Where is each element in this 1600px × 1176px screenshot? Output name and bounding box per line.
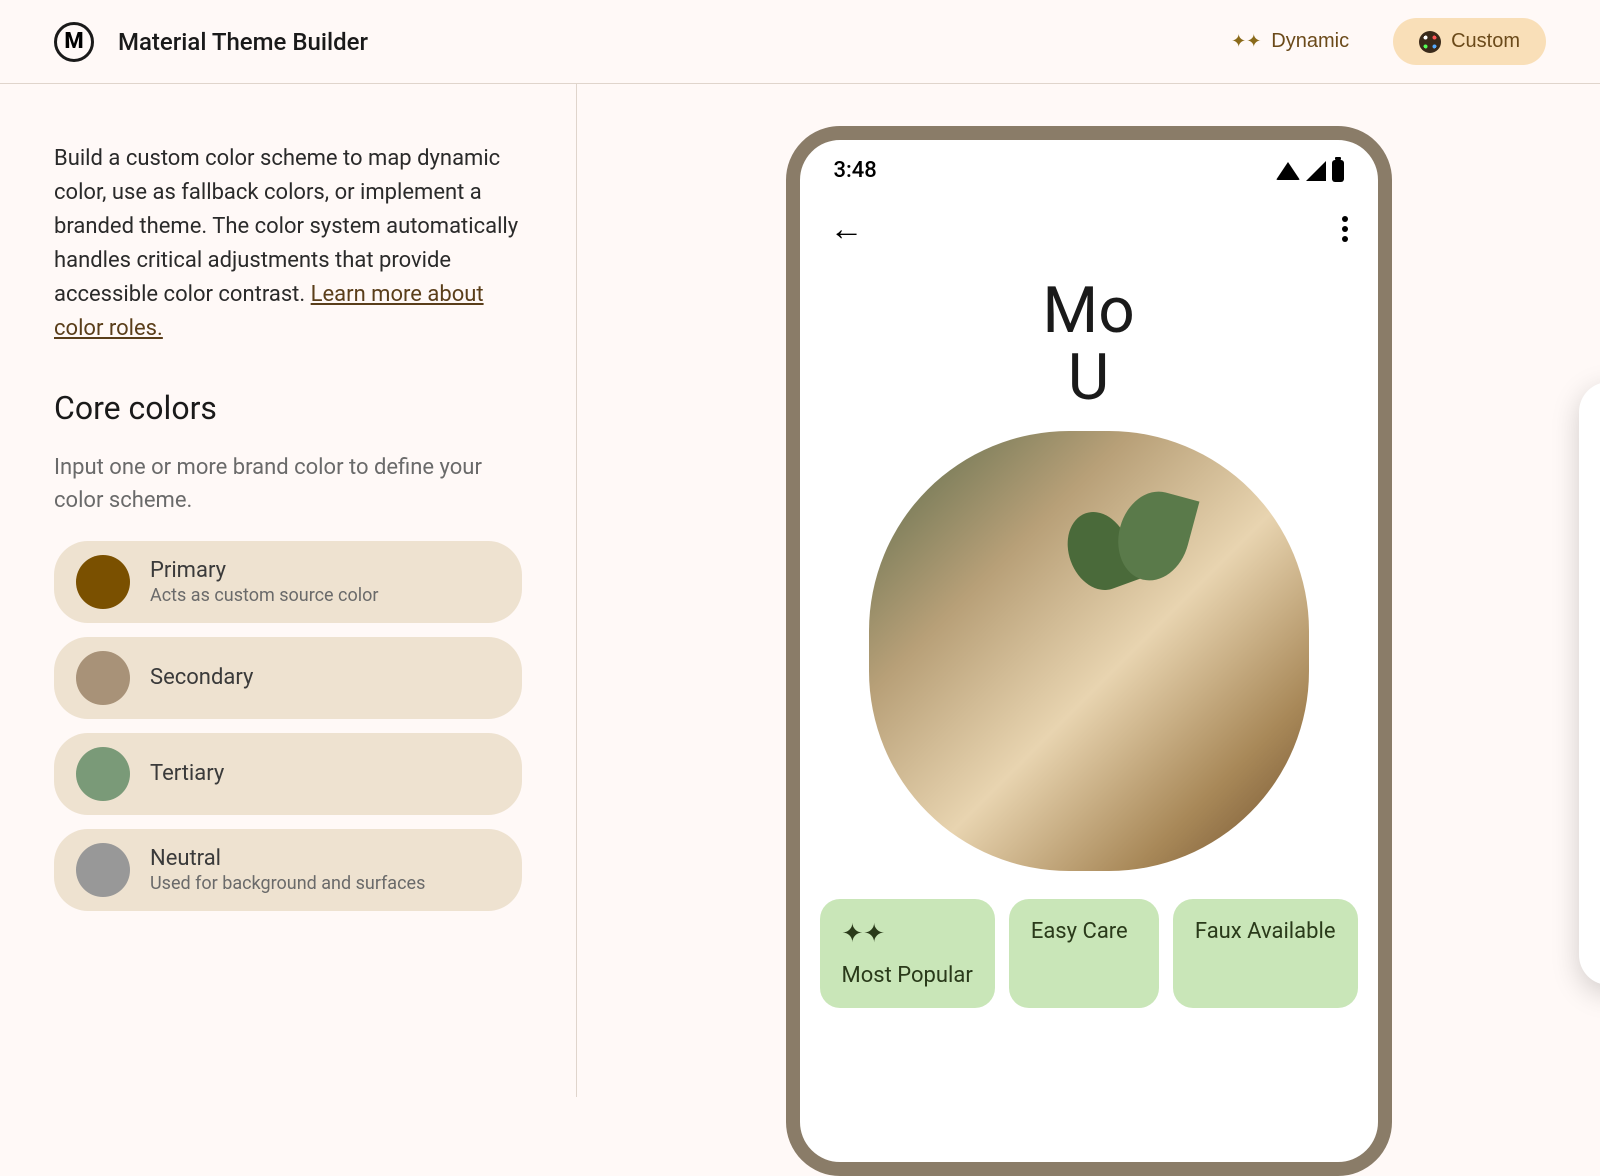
core-colors-title: Core colors — [54, 389, 522, 427]
wifi-icon — [1276, 162, 1300, 180]
sidebar: Build a custom color scheme to map dynam… — [0, 84, 577, 1097]
swatch-tertiary — [76, 747, 130, 801]
hero-image — [869, 431, 1309, 871]
color-name: Secondary — [150, 665, 253, 690]
color-row-primary[interactable]: Primary Acts as custom source color — [54, 541, 522, 623]
swatch-secondary — [76, 651, 130, 705]
chip-most-popular[interactable]: ✦✦ Most Popular — [820, 899, 995, 1008]
color-desc: Used for background and surfaces — [150, 873, 425, 894]
intro-text: Build a custom color scheme to map dynam… — [54, 142, 522, 347]
hct-color-picker: HCT Color Picker Hue Chroma — [1579, 382, 1600, 985]
swatch-primary — [76, 555, 130, 609]
signal-icon — [1306, 161, 1326, 181]
phone-frame: 3:48 ← Mo U ✦✦ Most Po — [786, 126, 1392, 1176]
app-title: Material Theme Builder — [118, 28, 368, 56]
more-vert-icon[interactable] — [1342, 216, 1348, 242]
dynamic-mode-button[interactable]: ✦✦ Dynamic — [1205, 18, 1375, 65]
chip-faux[interactable]: Faux Available — [1173, 899, 1358, 1008]
color-row-secondary[interactable]: Secondary — [54, 637, 522, 719]
color-row-neutral[interactable]: Neutral Used for background and surfaces — [54, 829, 522, 911]
color-desc: Acts as custom source color — [150, 585, 379, 606]
status-icons — [1276, 160, 1344, 182]
preview-pane: 3:48 ← Mo U ✦✦ Most Po — [577, 84, 1600, 1097]
battery-icon — [1332, 160, 1344, 182]
palette-icon — [1419, 31, 1441, 53]
status-time: 3:48 — [834, 158, 877, 183]
swatch-neutral — [76, 843, 130, 897]
color-name: Neutral — [150, 846, 425, 871]
plant-illustration — [1049, 471, 1249, 671]
app-logo: M — [54, 22, 94, 62]
color-row-tertiary[interactable]: Tertiary — [54, 733, 522, 815]
custom-mode-button[interactable]: Custom — [1393, 18, 1546, 65]
core-colors-subtitle: Input one or more brand color to define … — [54, 451, 522, 517]
sparkle-icon: ✦✦ — [842, 919, 886, 949]
chip-easy-care[interactable]: Easy Care — [1009, 899, 1159, 1008]
color-name: Primary — [150, 558, 379, 583]
dynamic-label: Dynamic — [1271, 30, 1349, 53]
sparkle-icon: ✦✦ — [1231, 31, 1261, 52]
back-arrow-icon[interactable]: ← — [830, 209, 864, 249]
custom-label: Custom — [1451, 30, 1520, 53]
hero-title: Mo U — [800, 267, 1378, 431]
color-name: Tertiary — [150, 761, 224, 786]
